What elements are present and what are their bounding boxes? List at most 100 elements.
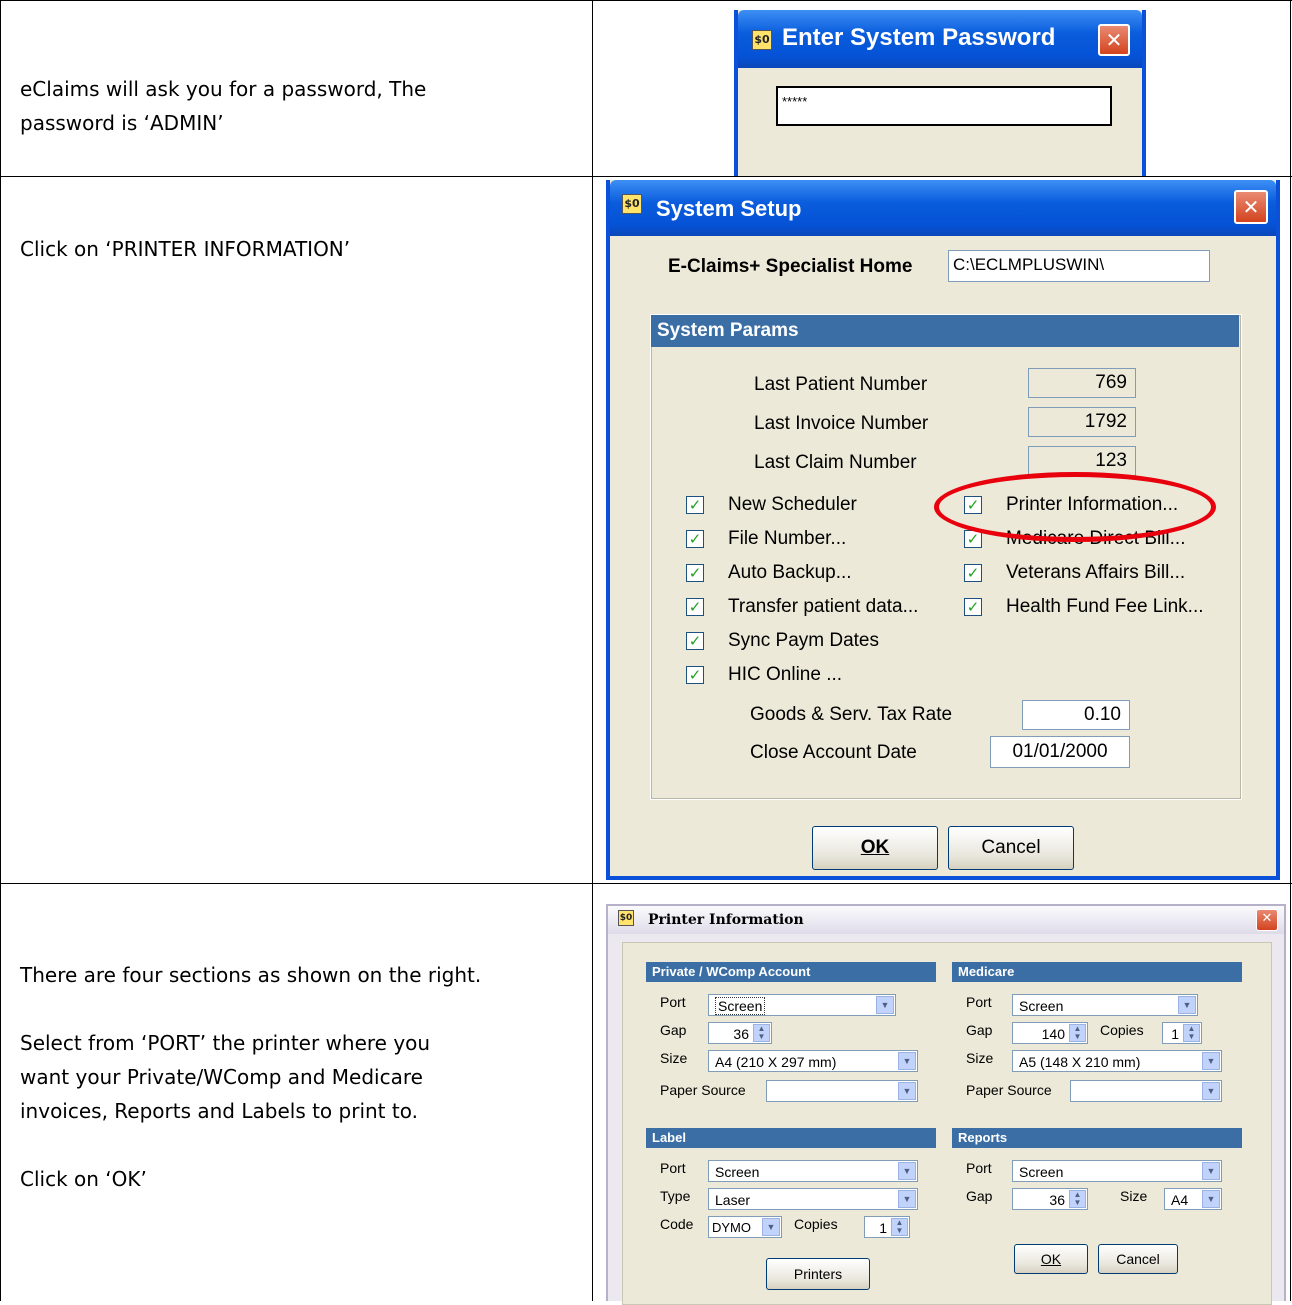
checkbox[interactable]: ✓ — [964, 598, 982, 616]
medicare-paper-source-select[interactable]: ▼ — [1070, 1080, 1222, 1102]
checkbox[interactable]: ✓ — [686, 564, 704, 582]
app-icon: $0 — [618, 910, 634, 926]
spinner-arrows-icon[interactable]: ▲ ▼ — [891, 1218, 908, 1236]
table-border-left — [0, 0, 1, 1301]
reports-port-label: Port — [966, 1160, 992, 1176]
medicare-port-label: Port — [966, 994, 992, 1010]
system-params-header: System Params — [651, 315, 1239, 347]
last-invoice-label: Last Invoice Number — [754, 413, 929, 434]
printer-information-title: Printer Information — [648, 912, 804, 928]
close-icon[interactable]: ✕ — [1256, 909, 1278, 931]
select-value: DYMO — [712, 1220, 751, 1235]
medicare-header: Medicare — [952, 962, 1242, 982]
spinner-arrows-icon[interactable]: ▲ ▼ — [1069, 1024, 1086, 1042]
gst-label: Goods & Serv. Tax Rate — [750, 704, 953, 725]
checkbox[interactable]: ✓ — [686, 598, 704, 616]
table-row-divider-2 — [0, 883, 1292, 884]
instruction-line: want your Private/WComp and Medicare — [20, 1065, 423, 1089]
select-value: Screen — [715, 1164, 760, 1180]
chevron-down-icon[interactable]: ▼ — [1202, 1052, 1220, 1070]
last-claim-label: Last Claim Number — [754, 452, 917, 473]
checkbox[interactable]: ✓ — [686, 496, 704, 514]
stepper-value: 140 — [1041, 1026, 1065, 1042]
chevron-down-icon[interactable]: ▼ — [898, 1052, 916, 1070]
table-row-divider-1 — [0, 176, 1292, 177]
label-port-label: Port — [660, 1160, 686, 1176]
medicare-paper-source-label: Paper Source — [966, 1082, 1052, 1098]
label-port-select[interactable]: Screen ▼ — [708, 1160, 918, 1182]
checkbox-label: File Number... — [728, 528, 847, 549]
printer-cancel-button[interactable]: Cancel — [1098, 1244, 1178, 1274]
label-copies-stepper[interactable]: 1 ▲ ▼ — [864, 1216, 910, 1238]
private-gap-stepper[interactable]: 36 ▲ ▼ — [708, 1022, 772, 1044]
chevron-down-icon[interactable]: ▼ — [898, 1162, 916, 1180]
chevron-down-icon[interactable]: ▼ — [1202, 1190, 1220, 1208]
chevron-down-icon[interactable]: ▼ — [762, 1218, 780, 1236]
close-icon[interactable]: ✕ — [1098, 24, 1130, 56]
checkbox[interactable]: ✓ — [964, 564, 982, 582]
medicare-size-select[interactable]: A5 (148 X 210 mm) ▼ — [1012, 1050, 1222, 1072]
private-size-label: Size — [660, 1050, 688, 1066]
reports-gap-stepper[interactable]: 36 ▲ ▼ — [1012, 1188, 1088, 1210]
cancel-button[interactable]: Cancel — [948, 826, 1074, 870]
spinner-arrows-icon[interactable]: ▲ ▼ — [1069, 1190, 1086, 1208]
stepper-value: 36 — [1049, 1192, 1065, 1208]
app-icon: $0 — [622, 194, 642, 214]
app-icon: $0 — [752, 30, 772, 50]
chevron-down-icon[interactable]: ▼ — [898, 1082, 916, 1100]
stepper-value: 1 — [879, 1220, 887, 1236]
chevron-down-icon[interactable]: ▼ — [898, 1190, 916, 1208]
checkbox[interactable]: ✓ — [686, 530, 704, 548]
reports-port-select[interactable]: Screen ▼ — [1012, 1160, 1222, 1182]
chevron-down-icon[interactable]: ▼ — [876, 996, 894, 1014]
last-invoice-field[interactable]: 1792 — [1028, 407, 1136, 437]
password-dialog-title: Enter System Password — [782, 24, 1056, 51]
close-icon[interactable]: ✕ — [1234, 190, 1268, 224]
private-port-select[interactable]: Screen ▼ — [708, 994, 896, 1016]
label-code-label: Code — [660, 1216, 694, 1232]
chevron-down-icon[interactable]: ▼ — [1178, 996, 1196, 1014]
medicare-port-select[interactable]: Screen ▼ — [1012, 994, 1198, 1016]
checkbox-label: Veterans Affairs Bill... — [1006, 562, 1186, 583]
home-path-input[interactable]: C:\ECLMPLUSWIN\ — [948, 250, 1210, 282]
chevron-down-icon[interactable]: ▼ — [1202, 1082, 1220, 1100]
label-code-select[interactable]: DYMO ▼ — [708, 1216, 782, 1238]
reports-size-select[interactable]: A4 ▼ — [1164, 1188, 1222, 1210]
select-value: Screen — [1019, 1164, 1064, 1180]
label-copies-label: Copies — [794, 1216, 838, 1232]
checkbox[interactable]: ✓ — [686, 632, 704, 650]
spinner-arrows-icon[interactable]: ▲ ▼ — [1183, 1024, 1200, 1042]
reports-gap-label: Gap — [966, 1188, 993, 1204]
gst-rate-input[interactable]: 0.10 — [1022, 700, 1130, 730]
instruction-line — [20, 992, 481, 1026]
last-patient-field[interactable]: 769 — [1028, 368, 1136, 398]
checkbox-label: Health Fund Fee Link... — [1006, 596, 1204, 617]
instruction-line: password is ‘ADMIN’ — [20, 111, 224, 135]
chevron-down-icon[interactable]: ▼ — [1202, 1162, 1220, 1180]
medicare-copies-stepper[interactable]: 1 ▲ ▼ — [1162, 1022, 1202, 1044]
select-value: Laser — [715, 1192, 751, 1208]
highlight-ellipse — [934, 472, 1216, 542]
ok-button[interactable]: OK — [812, 826, 938, 870]
label-type-select[interactable]: Laser ▼ — [708, 1188, 918, 1210]
select-value: Screen — [715, 997, 766, 1015]
medicare-gap-stepper[interactable]: 140 ▲ ▼ — [1012, 1022, 1088, 1044]
medicare-copies-label: Copies — [1100, 1022, 1144, 1038]
password-input[interactable]: ***** — [776, 86, 1112, 126]
private-paper-source-select[interactable]: ▼ — [766, 1080, 918, 1102]
checkbox[interactable]: ✓ — [686, 666, 704, 684]
spinner-arrows-icon[interactable]: ▲ ▼ — [753, 1024, 770, 1042]
close-date-label: Close Account Date — [750, 742, 917, 763]
stepper-value: 1 — [1171, 1026, 1179, 1042]
password-dialog: $0 Enter System Password ✕ ***** — [734, 10, 1146, 176]
private-size-select[interactable]: A4 (210 X 297 mm) ▼ — [708, 1050, 918, 1072]
checkbox-label: New Scheduler — [728, 494, 857, 515]
close-date-input[interactable]: 01/01/2000 — [990, 736, 1130, 768]
instruction-row-2: Click on ‘PRINTER INFORMATION’ — [20, 232, 350, 266]
printer-ok-button[interactable]: OK — [1014, 1244, 1088, 1274]
printers-button[interactable]: Printers — [766, 1258, 870, 1290]
checkbox-label: HIC Online ... — [728, 664, 843, 685]
private-port-label: Port — [660, 994, 686, 1010]
select-value: Screen — [1019, 998, 1064, 1014]
last-patient-label: Last Patient Number — [754, 374, 928, 395]
